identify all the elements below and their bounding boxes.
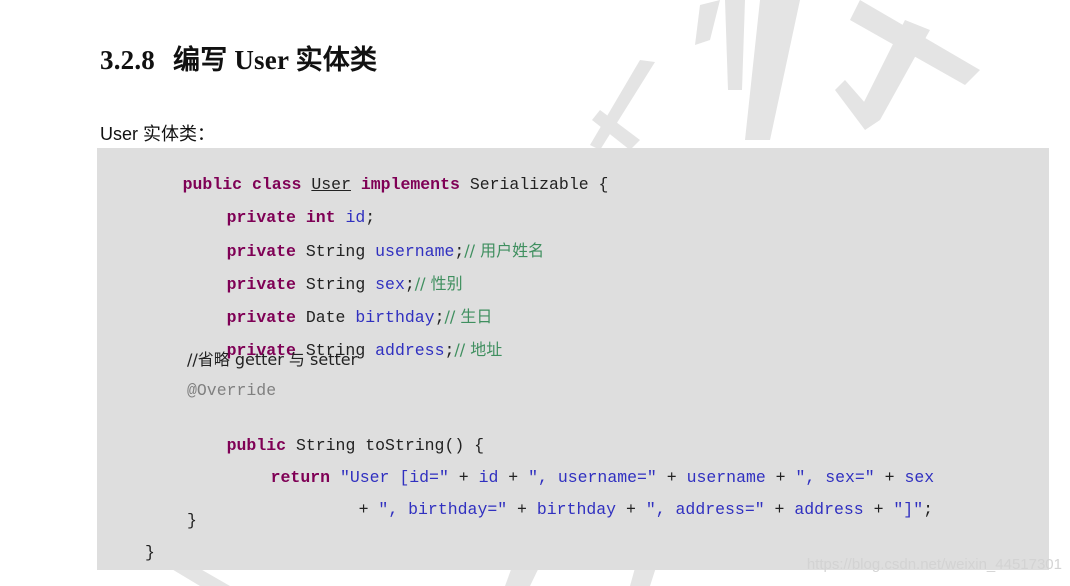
keyword: implements <box>360 175 460 194</box>
code-token: + <box>863 500 894 519</box>
field-line: private String address;// 地址 <box>187 317 503 360</box>
section-number: 3.2.8 <box>100 45 155 75</box>
field-line: private Date birthday;// 生日 <box>187 284 493 327</box>
method-close-brace: } <box>187 511 197 530</box>
section-heading: 3.2.8 编写 User 实体类 <box>100 38 377 77</box>
code-token: + <box>358 500 379 519</box>
field-line: private String username;// 用户姓名 <box>187 218 545 261</box>
method-declaration: public String toString() { <box>187 413 484 455</box>
comment: // 用户姓名 <box>464 241 545 260</box>
field-line: private String sex;// 性别 <box>187 251 463 294</box>
intro-text: User 实体类： <box>100 124 216 144</box>
code-token: ", birthday=" <box>378 500 508 519</box>
code-token: "]" <box>893 500 924 519</box>
return-line-2: + ", birthday=" + birthday + ", address=… <box>319 477 933 519</box>
code-token: ; <box>923 500 934 519</box>
class-close-brace: } <box>145 543 155 562</box>
code-token: + <box>616 500 646 519</box>
section-title: 编写 User 实体类 <box>173 45 378 75</box>
class-declaration: public class User implements Serializabl… <box>143 152 609 194</box>
comment: // 地址 <box>454 340 503 359</box>
return-expression-continued: + ", birthday=" + birthday + ", address=… <box>359 500 933 519</box>
return-line-1: return "User [id=" + id + ", username=" … <box>231 445 935 487</box>
code-token: + <box>764 500 795 519</box>
code-token: address <box>794 500 864 519</box>
code-token: ", address=" <box>645 500 765 519</box>
field-name: address <box>375 341 445 360</box>
semicolon: ; <box>444 341 455 360</box>
code-token: + <box>507 500 537 519</box>
override-annotation: @Override <box>187 381 277 400</box>
omit-comment: //省略 getter 与 setter <box>187 350 358 369</box>
interface-name: Serializable { <box>469 175 609 194</box>
code-token: birthday <box>536 500 617 519</box>
field-line: private int id; <box>187 185 376 227</box>
watermark-url: https://blog.csdn.net/weixin_44517301 <box>806 556 1062 573</box>
code-block: public class User implements Serializabl… <box>97 148 1049 570</box>
